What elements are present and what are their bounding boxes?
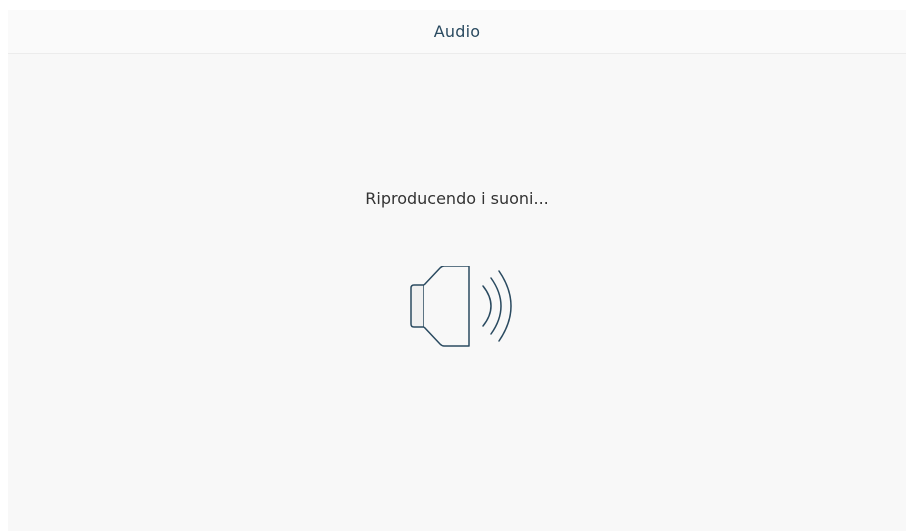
sound-wave-small xyxy=(482,285,492,327)
header-bar: Audio xyxy=(8,10,906,54)
speaker-cone xyxy=(423,266,470,347)
sound-wave-medium xyxy=(490,277,502,335)
main-content: Riproducendo i suoni... xyxy=(8,54,906,531)
page-title: Audio xyxy=(433,22,481,41)
speaker-box xyxy=(410,284,425,328)
audio-screen: Audio Riproducendo i suoni... xyxy=(8,10,906,531)
speaker-volume-icon xyxy=(410,266,512,347)
status-text: Riproducendo i suoni... xyxy=(365,189,549,208)
